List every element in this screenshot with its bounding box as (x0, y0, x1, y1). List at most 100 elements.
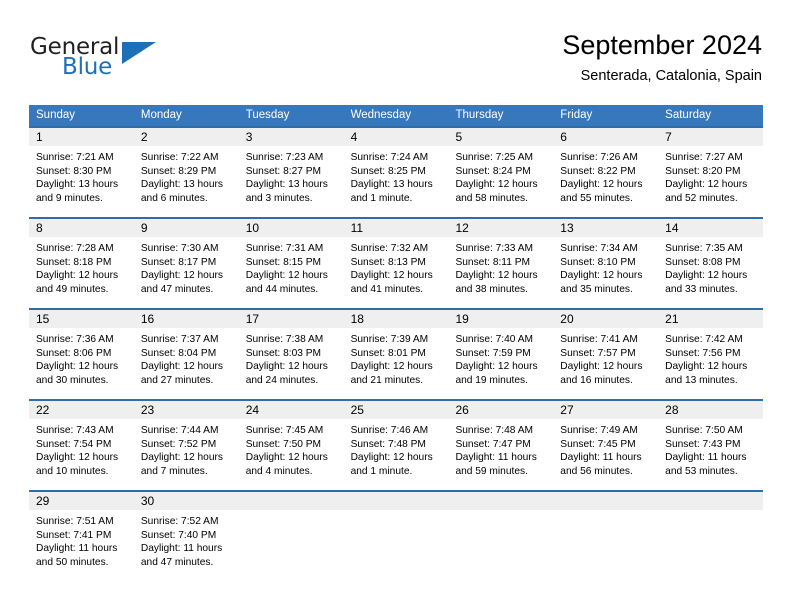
day-cell[interactable]: 13 Sunrise: 7:34 AM Sunset: 8:10 PM Dayl… (553, 219, 659, 308)
daylight-text-line1: Daylight: 12 hours (245, 361, 328, 373)
sunrise-text: Sunrise: 7:22 AM (140, 152, 219, 163)
sunset-text: Sunset: 8:10 PM (560, 256, 636, 268)
sunset-text: Sunset: 8:13 PM (350, 256, 426, 268)
brand-logo[interactable]: General Blue (30, 34, 210, 86)
day-cell[interactable]: 4 Sunrise: 7:24 AM Sunset: 8:25 PM Dayli… (343, 128, 449, 217)
sunrise-text: Sunrise: 7:40 AM (455, 334, 534, 345)
daylight-text-line1: Daylight: 12 hours (560, 270, 643, 282)
page-title: September 2024 (562, 30, 762, 60)
day-details: Sunrise: 7:36 AM Sunset: 8:06 PM Dayligh… (29, 328, 134, 387)
sunrise-text: Sunrise: 7:35 AM (665, 243, 743, 254)
day-number: 2 (133, 128, 239, 146)
daylight-text-line2: and 27 minutes. (140, 374, 214, 386)
sunset-text: Sunset: 8:03 PM (245, 347, 322, 359)
sunrise-text: Sunrise: 7:36 AM (36, 334, 114, 345)
day-number: 22 (29, 401, 134, 419)
day-cell-empty (343, 492, 449, 581)
day-cell[interactable]: 22 Sunrise: 7:43 AM Sunset: 7:54 PM Dayl… (29, 401, 134, 490)
sunrise-text: Sunrise: 7:28 AM (36, 243, 114, 254)
day-number: 21 (658, 310, 764, 328)
day-number: 30 (133, 492, 239, 510)
day-cell[interactable]: 12 Sunrise: 7:33 AM Sunset: 8:11 PM Dayl… (448, 219, 554, 308)
daylight-text-line2: and 1 minute. (350, 465, 413, 477)
day-cell[interactable]: 8 Sunrise: 7:28 AM Sunset: 8:18 PM Dayli… (29, 219, 134, 308)
day-details: Sunrise: 7:34 AM Sunset: 8:10 PM Dayligh… (553, 237, 658, 296)
day-cell[interactable]: 19 Sunrise: 7:40 AM Sunset: 7:59 PM Dayl… (448, 310, 554, 399)
daylight-text-line1: Daylight: 12 hours (140, 270, 223, 282)
sunrise-text: Sunrise: 7:37 AM (140, 334, 219, 345)
sunset-text: Sunset: 8:01 PM (350, 347, 426, 359)
sunset-text: Sunset: 7:59 PM (455, 347, 531, 359)
sunrise-text: Sunrise: 7:51 AM (36, 516, 114, 527)
day-cell-empty (553, 492, 659, 581)
day-number: 11 (343, 219, 449, 237)
daylight-text-line2: and 33 minutes. (665, 283, 738, 295)
calendar-week-row: 22 Sunrise: 7:43 AM Sunset: 7:54 PM Dayl… (29, 399, 764, 490)
day-details: Sunrise: 7:23 AM Sunset: 8:27 PM Dayligh… (239, 146, 344, 205)
day-cell[interactable]: 11 Sunrise: 7:32 AM Sunset: 8:13 PM Dayl… (343, 219, 449, 308)
day-details: Sunrise: 7:30 AM Sunset: 8:17 PM Dayligh… (134, 237, 239, 296)
sunrise-text: Sunrise: 7:38 AM (245, 334, 324, 345)
day-cell[interactable]: 21 Sunrise: 7:42 AM Sunset: 7:56 PM Dayl… (658, 310, 764, 399)
day-details: Sunrise: 7:25 AM Sunset: 8:24 PM Dayligh… (448, 146, 553, 205)
daylight-text-line1: Daylight: 12 hours (36, 361, 119, 373)
day-cell[interactable]: 7 Sunrise: 7:27 AM Sunset: 8:20 PM Dayli… (658, 128, 764, 217)
day-cell[interactable]: 9 Sunrise: 7:30 AM Sunset: 8:17 PM Dayli… (133, 219, 239, 308)
day-cell[interactable]: 28 Sunrise: 7:50 AM Sunset: 7:43 PM Dayl… (658, 401, 764, 490)
day-cell[interactable]: 20 Sunrise: 7:41 AM Sunset: 7:57 PM Dayl… (553, 310, 659, 399)
day-cell[interactable]: 30 Sunrise: 7:52 AM Sunset: 7:40 PM Dayl… (133, 492, 239, 581)
daylight-text-line1: Daylight: 12 hours (455, 361, 538, 373)
day-cell[interactable]: 23 Sunrise: 7:44 AM Sunset: 7:52 PM Dayl… (133, 401, 239, 490)
sunset-text: Sunset: 8:17 PM (140, 256, 217, 268)
day-number (553, 492, 659, 510)
daylight-text-line2: and 3 minutes. (245, 192, 313, 204)
day-cell[interactable]: 3 Sunrise: 7:23 AM Sunset: 8:27 PM Dayli… (238, 128, 344, 217)
sunrise-text: Sunrise: 7:33 AM (455, 243, 534, 254)
day-cell[interactable]: 6 Sunrise: 7:26 AM Sunset: 8:22 PM Dayli… (553, 128, 659, 217)
day-number (448, 492, 554, 510)
daylight-text-line2: and 41 minutes. (350, 283, 424, 295)
brand-name-blue: Blue (62, 54, 113, 80)
day-number: 10 (238, 219, 344, 237)
day-cell[interactable]: 14 Sunrise: 7:35 AM Sunset: 8:08 PM Dayl… (658, 219, 764, 308)
daylight-text-line2: and 6 minutes. (140, 192, 208, 204)
daylight-text-line2: and 47 minutes. (140, 283, 214, 295)
day-cell[interactable]: 15 Sunrise: 7:36 AM Sunset: 8:06 PM Dayl… (29, 310, 134, 399)
sunset-text: Sunset: 7:41 PM (36, 529, 112, 541)
day-cell[interactable]: 18 Sunrise: 7:39 AM Sunset: 8:01 PM Dayl… (343, 310, 449, 399)
daylight-text-line1: Daylight: 12 hours (350, 452, 433, 464)
day-number: 15 (29, 310, 134, 328)
day-cell[interactable]: 25 Sunrise: 7:46 AM Sunset: 7:48 PM Dayl… (343, 401, 449, 490)
day-cell[interactable]: 29 Sunrise: 7:51 AM Sunset: 7:41 PM Dayl… (29, 492, 134, 581)
day-cell[interactable]: 2 Sunrise: 7:22 AM Sunset: 8:29 PM Dayli… (133, 128, 239, 217)
sunrise-text: Sunrise: 7:39 AM (350, 334, 429, 345)
weekday-header-friday: Friday (560, 109, 593, 121)
day-cell[interactable]: 10 Sunrise: 7:31 AM Sunset: 8:15 PM Dayl… (238, 219, 344, 308)
daylight-text-line1: Daylight: 13 hours (140, 179, 223, 191)
day-cell[interactable]: 16 Sunrise: 7:37 AM Sunset: 8:04 PM Dayl… (133, 310, 239, 399)
daylight-text-line1: Daylight: 11 hours (36, 543, 118, 555)
day-details: Sunrise: 7:51 AM Sunset: 7:41 PM Dayligh… (29, 510, 134, 569)
daylight-text-line2: and 9 minutes. (36, 192, 103, 204)
daylight-text-line1: Daylight: 12 hours (665, 179, 748, 191)
day-cell[interactable]: 26 Sunrise: 7:48 AM Sunset: 7:47 PM Dayl… (448, 401, 554, 490)
sunrise-text: Sunrise: 7:50 AM (665, 425, 743, 436)
daylight-text-line1: Daylight: 11 hours (665, 452, 747, 464)
sunset-text: Sunset: 7:57 PM (560, 347, 636, 359)
daylight-text-line2: and 4 minutes. (245, 465, 313, 477)
day-cell[interactable]: 24 Sunrise: 7:45 AM Sunset: 7:50 PM Dayl… (238, 401, 344, 490)
day-number (238, 492, 344, 510)
sunrise-text: Sunrise: 7:23 AM (245, 152, 324, 163)
day-cell[interactable]: 17 Sunrise: 7:38 AM Sunset: 8:03 PM Dayl… (238, 310, 344, 399)
day-cell[interactable]: 1 Sunrise: 7:21 AM Sunset: 8:30 PM Dayli… (29, 128, 134, 217)
weekday-header-monday: Monday (140, 109, 182, 121)
daylight-text-line1: Daylight: 12 hours (665, 270, 748, 282)
weekday-header-tuesday: Tuesday (245, 109, 290, 121)
day-cell[interactable]: 5 Sunrise: 7:25 AM Sunset: 8:24 PM Dayli… (448, 128, 554, 217)
daylight-text-line1: Daylight: 12 hours (36, 270, 119, 282)
day-number: 17 (238, 310, 344, 328)
day-details: Sunrise: 7:44 AM Sunset: 7:52 PM Dayligh… (134, 419, 239, 478)
day-cell[interactable]: 27 Sunrise: 7:49 AM Sunset: 7:45 PM Dayl… (553, 401, 659, 490)
daylight-text-line1: Daylight: 11 hours (560, 452, 642, 464)
day-number: 14 (658, 219, 764, 237)
